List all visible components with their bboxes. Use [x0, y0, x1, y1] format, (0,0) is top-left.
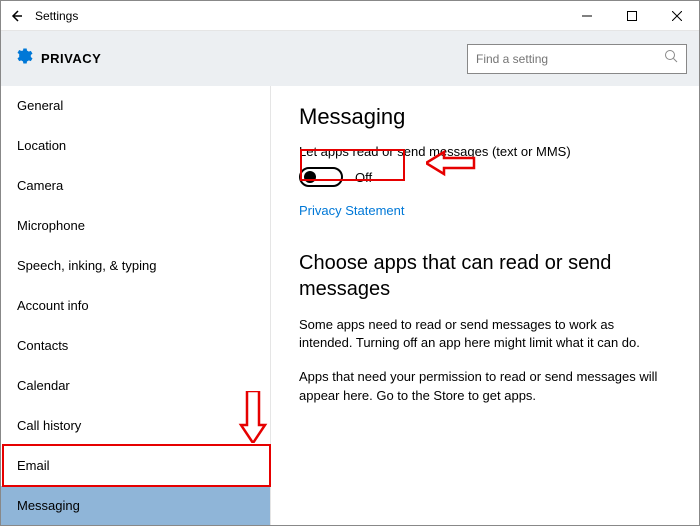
- sidebar-item-speech-inking-typing[interactable]: Speech, inking, & typing: [1, 246, 270, 286]
- page-title: PRIVACY: [41, 51, 101, 66]
- sidebar-item-call-history[interactable]: Call history: [1, 406, 270, 446]
- sidebar-item-label: Calendar: [17, 378, 70, 393]
- sidebar-item-account-info[interactable]: Account info: [1, 286, 270, 326]
- sidebar-item-messaging[interactable]: Messaging: [1, 486, 270, 525]
- arrow-left-icon: [9, 9, 23, 23]
- messaging-toggle[interactable]: [299, 167, 343, 187]
- sidebar-item-email[interactable]: Email: [1, 446, 270, 486]
- body: General Location Camera Microphone Speech, i…: [1, 86, 699, 525]
- sidebar-item-label: Contacts: [17, 338, 68, 353]
- minimize-button[interactable]: [564, 1, 609, 31]
- gear-icon: [13, 46, 33, 71]
- settings-window: Settings PRIVACY G: [0, 0, 700, 526]
- sidebar-item-location[interactable]: Location: [1, 126, 270, 166]
- sidebar-item-label: Account info: [17, 298, 89, 313]
- close-icon: [672, 11, 682, 21]
- search-icon: [664, 49, 678, 68]
- sidebar-item-label: Call history: [17, 418, 81, 433]
- sidebar-item-label: Email: [17, 458, 50, 473]
- toggle-state-label: Off: [355, 170, 372, 185]
- content-paragraph-1: Some apps need to read or send messages …: [299, 316, 671, 352]
- content-heading: Messaging: [299, 104, 671, 130]
- maximize-icon: [627, 11, 637, 21]
- sidebar-item-label: Camera: [17, 178, 63, 193]
- content-paragraph-2: Apps that need your permission to read o…: [299, 368, 671, 404]
- sidebar-item-microphone[interactable]: Microphone: [1, 206, 270, 246]
- maximize-button[interactable]: [609, 1, 654, 31]
- sidebar-item-contacts[interactable]: Contacts: [1, 326, 270, 366]
- titlebar: Settings: [1, 1, 699, 31]
- close-button[interactable]: [654, 1, 699, 31]
- toggle-description: Let apps read or send messages (text or …: [299, 144, 671, 159]
- toggle-knob: [304, 171, 316, 183]
- sidebar-item-label: Location: [17, 138, 66, 153]
- search-input[interactable]: [476, 52, 664, 66]
- search-box[interactable]: [467, 44, 687, 74]
- sidebar-item-calendar[interactable]: Calendar: [1, 366, 270, 406]
- content-subheading: Choose apps that can read or send messag…: [299, 250, 671, 302]
- privacy-statement-link[interactable]: Privacy Statement: [299, 203, 405, 218]
- window-controls: [564, 1, 699, 31]
- sidebar-item-general[interactable]: General: [1, 86, 270, 126]
- back-button[interactable]: [1, 1, 31, 31]
- toggle-row: Off: [299, 167, 671, 187]
- content-pane: Messaging Let apps read or send messages…: [271, 86, 699, 525]
- minimize-icon: [582, 11, 592, 21]
- sidebar-item-label: Microphone: [17, 218, 85, 233]
- sidebar: General Location Camera Microphone Speech, i…: [1, 86, 271, 525]
- sidebar-item-label: General: [17, 98, 63, 113]
- sidebar-item-label: Speech, inking, & typing: [17, 258, 156, 273]
- window-title: Settings: [35, 9, 78, 23]
- sidebar-item-label: Messaging: [17, 498, 80, 513]
- header-left: PRIVACY: [13, 46, 101, 71]
- header-bar: PRIVACY: [1, 31, 699, 86]
- sidebar-item-camera[interactable]: Camera: [1, 166, 270, 206]
